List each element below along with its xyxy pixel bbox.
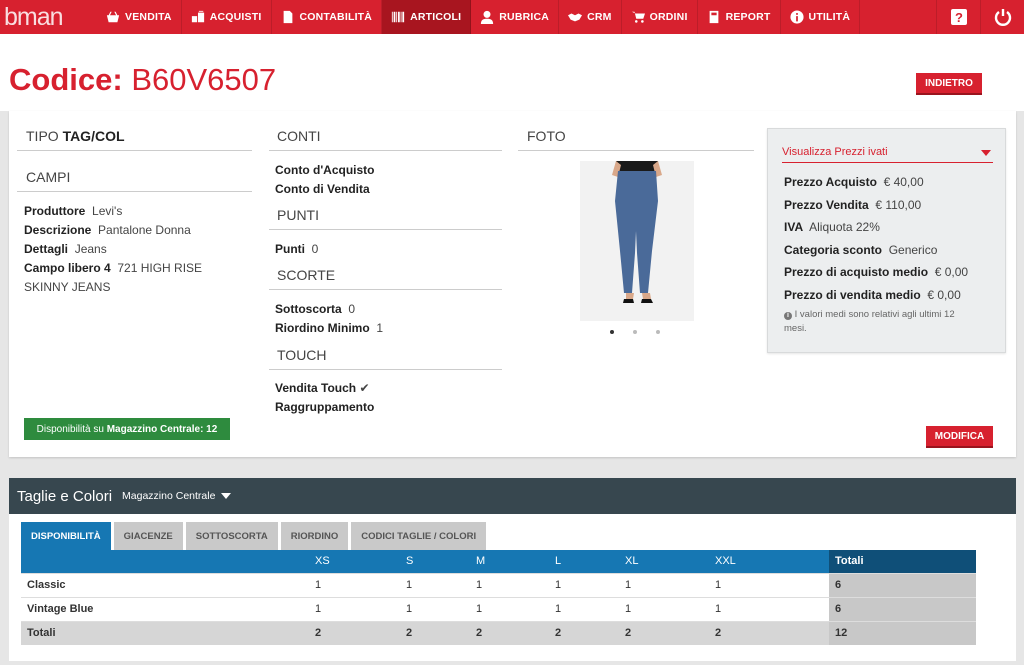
top-navbar: bman VENDITA ACQUISTI CONTABILITÀ ARTICO…: [0, 0, 1024, 34]
punti-fields: Punti 0: [275, 242, 319, 256]
nav-contabilita[interactable]: CONTABILITÀ: [272, 0, 383, 34]
calculator-icon: [709, 10, 718, 24]
cart-icon: [631, 11, 645, 23]
table-totals-row: Totali 2 2 2 2 2 2 12: [21, 620, 976, 645]
price-fields: Prezzo Acquisto € 40,00 Prezzo Vendita €…: [784, 175, 969, 302]
tab-codici-taglie-colori[interactable]: CODICI TAGLIE / COLORI: [351, 522, 487, 550]
nav-rubrica[interactable]: RUBRICA: [471, 0, 560, 34]
sizes-header: Taglie e Colori Magazzino Centrale: [9, 478, 1016, 514]
nav-report[interactable]: REPORT: [698, 0, 781, 34]
foto-header: FOTO: [518, 128, 754, 151]
user-icon: [481, 10, 494, 24]
table-row: Classic 1 1 1 1 1 1 6: [21, 572, 976, 597]
campi-fields: Produttore Levi's Descrizione Pantalone …: [24, 204, 203, 294]
code-value: B60V6507: [131, 62, 277, 97]
availability-table: XS S M L XL XXL Totali Classic 1 1 1 1 1…: [21, 550, 976, 645]
availability-badge: Disponibilità su Magazzino Centrale: 12: [24, 418, 230, 440]
carousel-dot[interactable]: [610, 330, 614, 334]
tipo-header: TIPO TAG/COL: [17, 128, 252, 151]
info-circle-icon: i: [784, 312, 792, 320]
scorte-fields: Sottoscorta 0 Riordino Minimo 1: [275, 302, 384, 335]
price-note: i I valori medi sono relativi agli ultim…: [784, 309, 955, 334]
check-icon: ✔: [359, 381, 370, 395]
nav-acquisti[interactable]: ACQUISTI: [182, 0, 272, 34]
handshake-icon: [568, 13, 583, 22]
tab-riordino[interactable]: RIORDINO: [280, 522, 349, 550]
nav-ordini[interactable]: ORDINI: [622, 0, 698, 34]
tab-sottoscorta[interactable]: SOTTOSCORTA: [185, 522, 278, 550]
main-nav: VENDITA ACQUISTI CONTABILITÀ ARTICOLI RU…: [97, 0, 861, 34]
carousel-dot[interactable]: [633, 330, 637, 334]
nav-vendita[interactable]: VENDITA: [97, 0, 182, 34]
tab-giacenze[interactable]: GIACENZE: [113, 522, 183, 550]
code-label: Codice:: [9, 62, 123, 97]
help-icon: ?: [950, 9, 967, 25]
app-logo[interactable]: bman: [0, 0, 97, 34]
modify-button[interactable]: MODIFICA: [926, 426, 993, 448]
table-row: Vintage Blue 1 1 1 1 1 1 6: [21, 596, 976, 621]
svg-text:?: ?: [955, 10, 963, 25]
logout-button[interactable]: [980, 0, 1024, 34]
scorte-header: SCORTE: [269, 267, 502, 290]
nav-articoli[interactable]: ARTICOLI: [382, 0, 472, 34]
jeans-image: [580, 161, 694, 321]
campi-header: CAMPI: [17, 169, 252, 192]
photo-carousel-dots: [610, 330, 660, 334]
touch-header: TOUCH: [269, 347, 502, 370]
nav-utilita[interactable]: UTILITÀ: [781, 0, 861, 34]
basket-icon: [106, 11, 120, 23]
product-photo[interactable]: [580, 161, 694, 321]
carousel-dot[interactable]: [656, 330, 660, 334]
help-button[interactable]: ?: [936, 0, 980, 34]
document-icon: [283, 10, 292, 24]
barcode-icon: [391, 11, 405, 23]
back-button[interactable]: INDIETRO: [916, 73, 982, 95]
info-icon: [789, 10, 804, 24]
caret-down-icon: [221, 493, 232, 500]
nav-crm[interactable]: CRM: [559, 0, 622, 34]
conti-header: CONTI: [269, 128, 502, 151]
chevron-down-icon: [981, 150, 991, 156]
tab-disponibilita[interactable]: DISPONIBILITÀ: [21, 522, 111, 550]
punti-header: PUNTI: [269, 207, 502, 230]
touch-fields: Vendita Touch ✔ Raggruppamento: [275, 381, 375, 414]
sizes-title: Taglie e Colori: [17, 487, 113, 505]
page-title: Codice: B60V6507: [9, 62, 276, 98]
table-header-row: XS S M L XL XXL Totali: [21, 550, 976, 573]
conti-fields: Conto d'Acquisto Conto di Vendita: [275, 163, 375, 196]
prices-iva-select[interactable]: Visualizza Prezzi ivati: [782, 146, 993, 163]
sizes-colors-panel: Taglie e Colori Magazzino Centrale DISPO…: [9, 478, 1016, 661]
boxes-icon: [191, 10, 204, 23]
power-icon: [994, 9, 1011, 26]
sizes-tabs: DISPONIBILITÀ GIACENZE SOTTOSCORTA RIORD…: [21, 522, 487, 550]
warehouse-select[interactable]: Magazzino Centrale: [122, 490, 232, 502]
